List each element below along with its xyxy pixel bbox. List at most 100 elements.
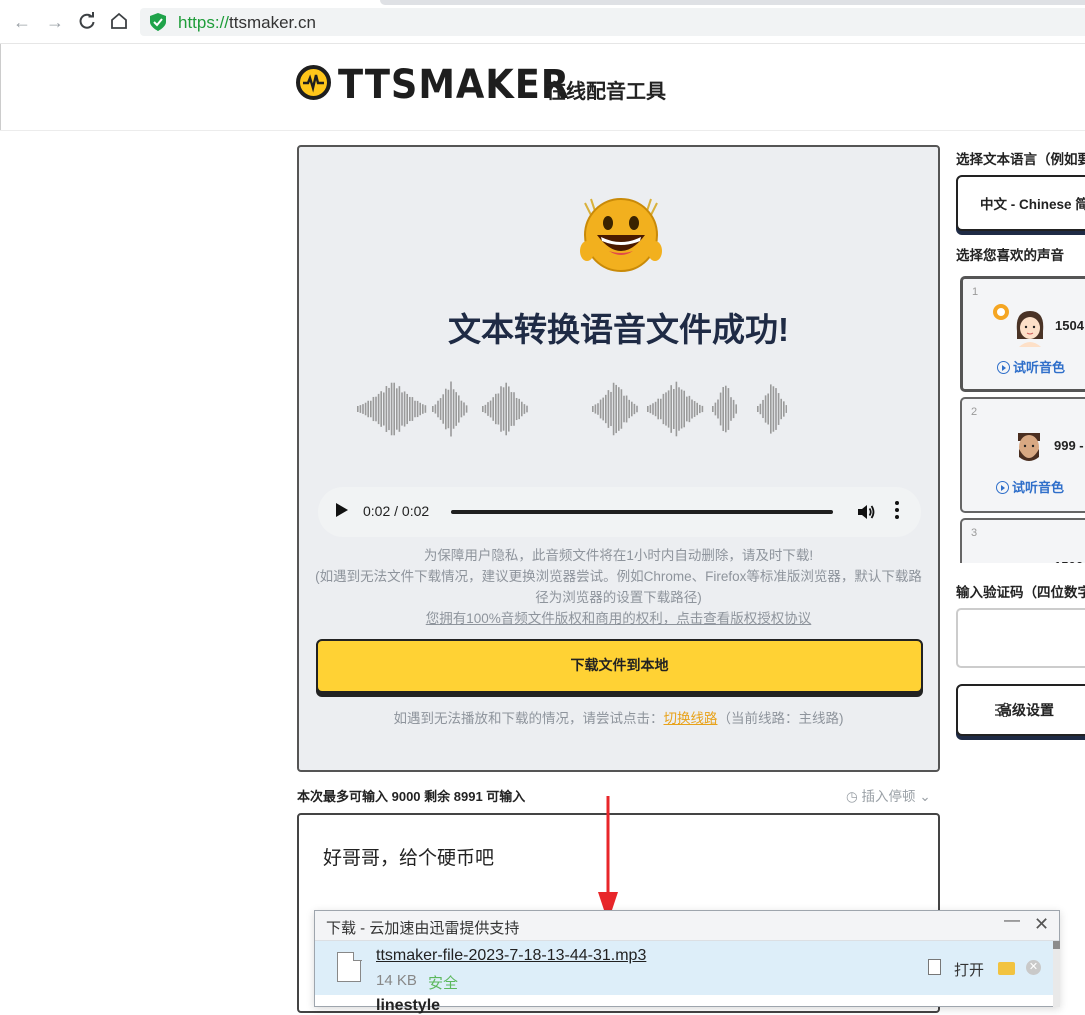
result-card: 文本转换语音文件成功! 0:02 / 0:02 为保障用户隐私，此音频文件将在1…	[297, 145, 940, 772]
waveform-bar	[628, 399, 630, 419]
waveform-bar	[424, 405, 427, 413]
open-file-button[interactable]: 打开	[954, 959, 984, 980]
waveform-bar	[419, 402, 421, 416]
waveform-bar	[725, 385, 727, 433]
waveform-bar	[675, 381, 678, 437]
waveform-bar	[513, 392, 515, 426]
folder-icon[interactable]	[998, 962, 1015, 975]
download-item[interactable]: ttsmaker-file-2023-7-18-13-44-31.mp3 14 …	[315, 941, 1053, 995]
insert-pause-label: 插入停顿	[861, 789, 916, 804]
voice-radio[interactable]	[993, 304, 1009, 320]
insert-pause-button[interactable]: ◷ 插入停顿 ⌄	[846, 785, 931, 805]
license-link[interactable]: 您拥有100%音频文件版权和商用的权利，点击查看版权授权协议	[315, 608, 922, 629]
reload-icon[interactable]	[77, 12, 97, 32]
home-icon[interactable]	[109, 12, 129, 32]
remove-download-icon[interactable]: ✕	[1026, 960, 1041, 975]
notice-line: (如遇到无法文件下载情况，建议更换浏览器尝试。例如Chrome、Firefox等…	[315, 569, 922, 605]
arrow-left-icon[interactable]: ←	[12, 12, 32, 32]
waveform-bar	[615, 384, 617, 434]
waveform-bar	[631, 401, 633, 417]
minimize-icon[interactable]: —	[1004, 912, 1020, 930]
play-circle-icon	[997, 361, 1010, 374]
waveform-bar	[442, 394, 444, 424]
switch-route-link[interactable]: 切换线路	[664, 711, 718, 726]
address-bar[interactable]: https://ttsmaker.cn	[140, 8, 1085, 36]
waveform-bar	[390, 382, 393, 436]
waveform-bar	[780, 398, 782, 420]
waveform-bar	[518, 398, 520, 420]
language-select[interactable]: 中文 - Chinese 简	[956, 175, 1085, 231]
waveform-bar	[492, 397, 494, 421]
waveform-bar	[411, 397, 414, 421]
try-voice-button[interactable]: 试听音色	[996, 477, 1064, 496]
download-button[interactable]: 下载文件到本地	[316, 639, 923, 693]
waveform-bar	[460, 400, 463, 418]
volume-icon[interactable]	[856, 502, 876, 522]
waveform-bar	[406, 393, 408, 425]
waveform-bar	[372, 396, 375, 422]
audio-progress-bar[interactable]	[451, 510, 833, 514]
waveform-bar	[730, 397, 732, 421]
download-panel-titlebar: 下载 - 云加速由迅雷提供支持 — ✕	[315, 911, 1059, 941]
waveform-bar	[452, 389, 455, 429]
url-text: https://ttsmaker.cn	[178, 13, 316, 32]
waveform-bar	[691, 399, 693, 419]
waveform-bar	[497, 393, 500, 425]
waveform-bar	[636, 405, 638, 413]
waveform-bar	[385, 386, 388, 432]
close-icon[interactable]: ✕	[1034, 914, 1049, 935]
waveform-bar	[495, 393, 497, 425]
voice-card[interactable]: 3 1506	[960, 518, 1085, 563]
waveform-bar	[618, 387, 620, 431]
waveform-bar	[605, 394, 607, 424]
audio-time: 0:02 / 0:02	[363, 503, 430, 519]
waveform-bar	[414, 400, 416, 418]
try-voice-button[interactable]: 试听音色	[997, 357, 1065, 376]
waveform-bar	[633, 403, 636, 415]
captcha-input[interactable]	[956, 608, 1085, 668]
waveform-bar	[670, 385, 672, 433]
waveform-bar	[505, 382, 507, 436]
language-label: 选择文本语言（例如要	[956, 152, 1085, 167]
play-icon[interactable]	[336, 503, 348, 517]
waveform-bar	[680, 389, 683, 429]
download-file-name[interactable]: ttsmaker-file-2023-7-18-13-44-31.mp3	[376, 947, 646, 965]
waveform-bar	[665, 392, 667, 426]
waveform-bar	[370, 400, 372, 418]
scrollbar-thumb[interactable]	[1053, 941, 1060, 949]
file-icon	[337, 951, 362, 982]
download-item-next[interactable]: linestyle	[376, 997, 440, 1015]
waveform-bar	[727, 388, 730, 430]
waveform-bar	[592, 406, 594, 412]
waveform-bar	[510, 392, 513, 426]
arrow-right-icon[interactable]: →	[45, 12, 65, 32]
voice-card[interactable]: 1 1504 试听音色 ☆	[960, 276, 1085, 392]
voice-label: 选择您喜欢的声音	[956, 248, 1064, 263]
waveform-bar	[502, 387, 505, 431]
waveform-bar	[783, 401, 785, 417]
male-avatar-icon	[1012, 548, 1046, 563]
waveform-bar	[416, 400, 419, 418]
waveform-bar	[667, 390, 670, 428]
waveform-bar	[693, 401, 696, 417]
waveform-bar	[767, 393, 769, 425]
switch-suffix: （当前线路：主线路)	[717, 711, 844, 726]
voice-index: 2	[971, 406, 978, 418]
switch-prefix: 如遇到无法播放和下载的情况，请尝试点击：	[393, 711, 664, 726]
waveform-bar	[688, 395, 691, 423]
chevron-down-icon: ⌄	[919, 789, 931, 804]
waveform-bar	[599, 399, 602, 419]
waveform-bar	[515, 397, 518, 421]
audio-player: 0:02 / 0:02	[318, 487, 921, 537]
waveform-bar	[660, 398, 662, 420]
more-options-icon[interactable]	[895, 501, 899, 521]
open-file-icon[interactable]	[928, 959, 941, 975]
waveform-bar	[654, 401, 657, 417]
waveform-bar	[602, 397, 604, 421]
waveform-bar	[500, 386, 502, 432]
advanced-settings-button[interactable]: 高级设置	[956, 684, 1085, 736]
scrollbar[interactable]	[1053, 941, 1060, 1007]
play-circle-icon	[996, 481, 1009, 494]
voice-card[interactable]: 2 999 - 试听音色 ☆	[960, 397, 1085, 513]
waveform-bar	[657, 398, 659, 420]
